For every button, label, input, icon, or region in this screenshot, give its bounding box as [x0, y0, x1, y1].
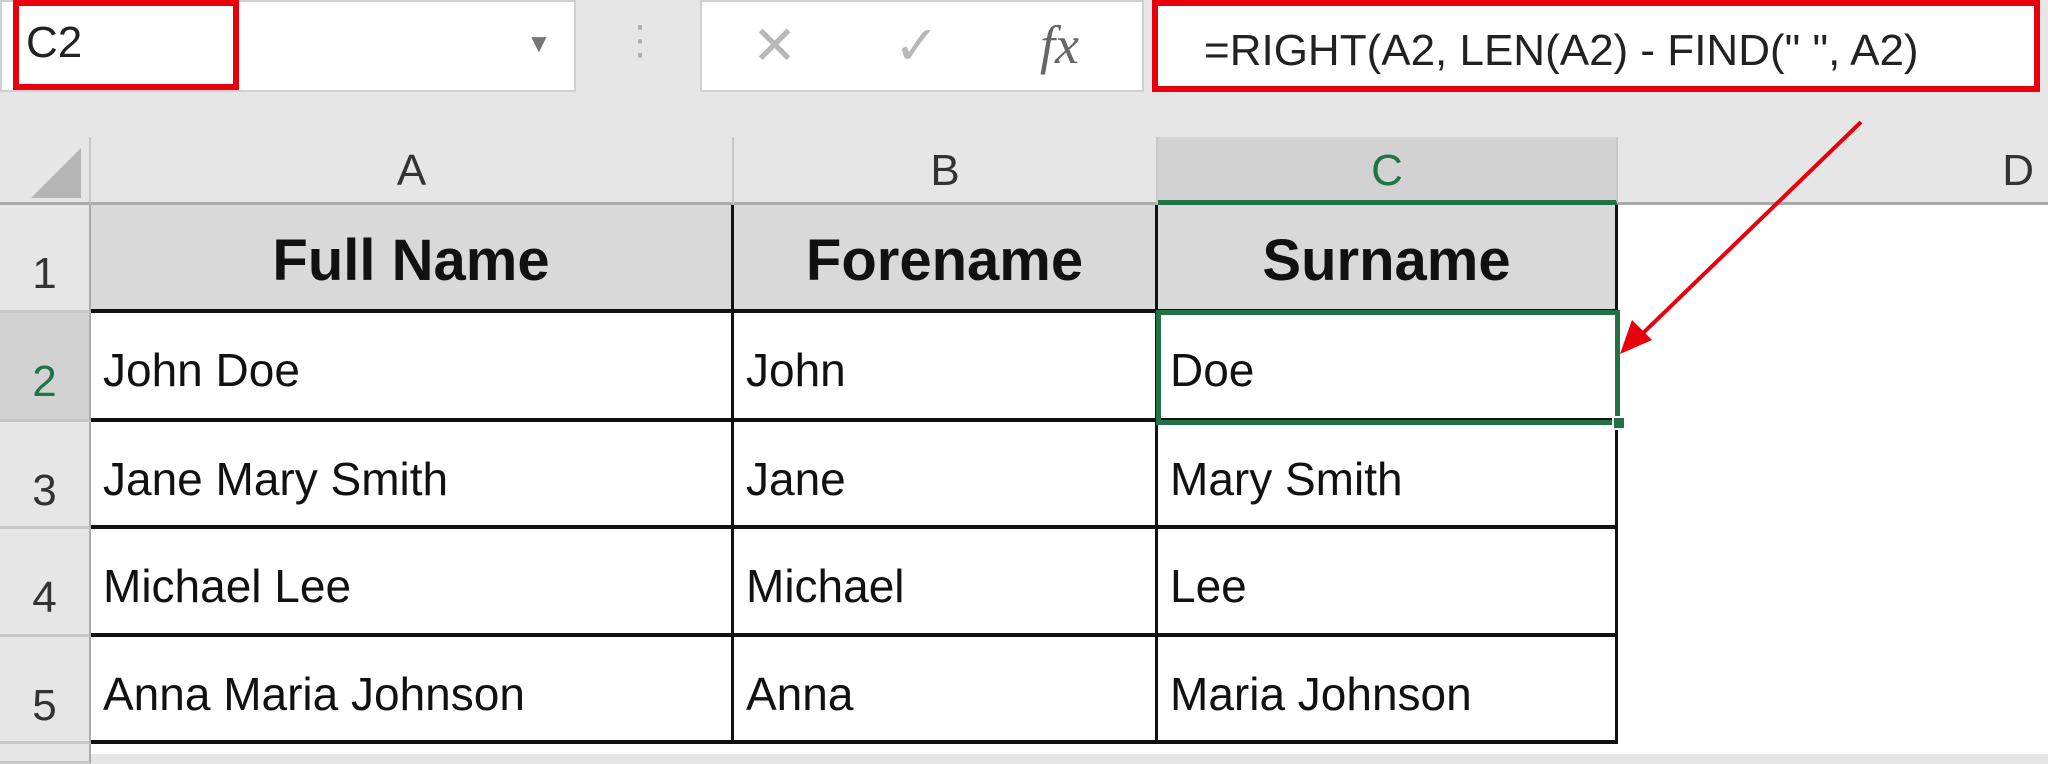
- annotation-arrow: [1620, 120, 1863, 354]
